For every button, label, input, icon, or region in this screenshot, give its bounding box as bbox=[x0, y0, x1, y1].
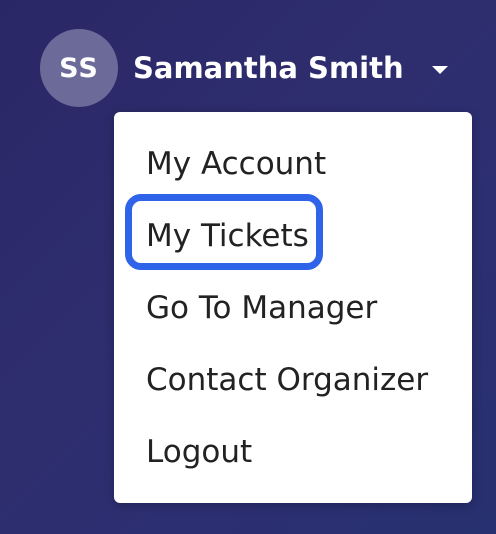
menu-item-my-tickets[interactable]: My Tickets bbox=[146, 206, 309, 266]
user-dropdown-menu: My Account My Tickets Go To Manager Cont… bbox=[114, 112, 472, 503]
user-menu-toggle[interactable]: SS Samantha Smith bbox=[40, 28, 448, 108]
avatar[interactable]: SS bbox=[40, 29, 118, 107]
menu-item-go-to-manager[interactable]: Go To Manager bbox=[146, 278, 377, 338]
caret-down-icon[interactable] bbox=[431, 66, 448, 74]
menu-item-contact-organizer[interactable]: Contact Organizer bbox=[146, 350, 428, 410]
menu-item-logout[interactable]: Logout bbox=[146, 422, 252, 482]
menu-item-my-account[interactable]: My Account bbox=[146, 134, 326, 194]
user-name[interactable]: Samantha Smith bbox=[133, 51, 404, 85]
